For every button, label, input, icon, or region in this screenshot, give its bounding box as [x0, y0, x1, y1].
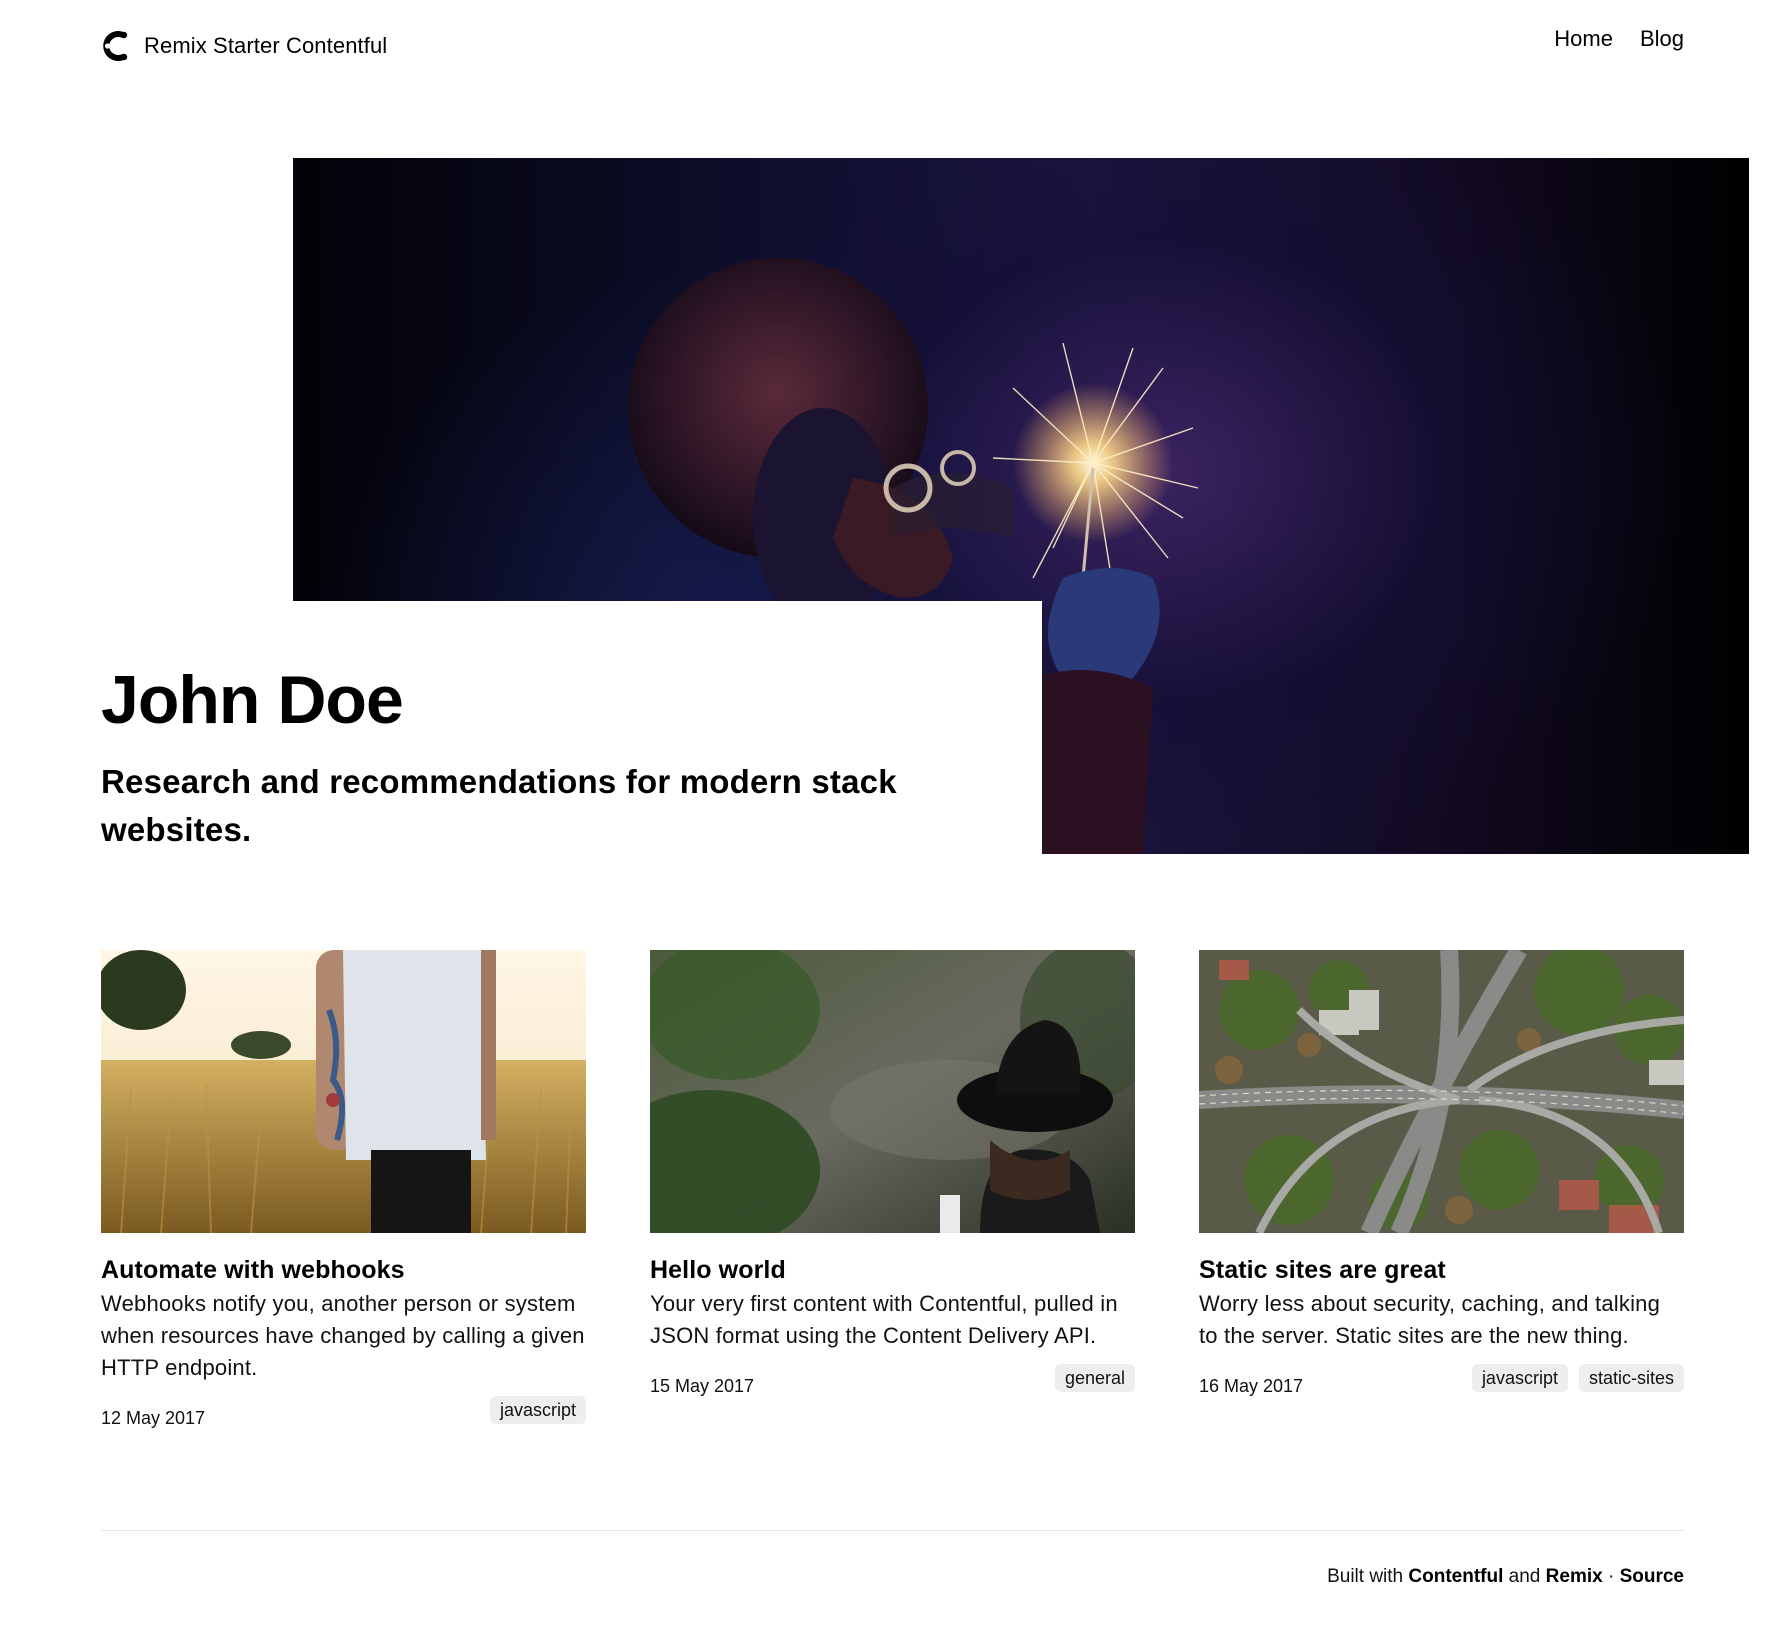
- tag-badge[interactable]: javascript: [489, 1396, 586, 1424]
- post-description: Webhooks notify you, another person or s…: [101, 1291, 585, 1380]
- post-title[interactable]: Hello world: [650, 1255, 1135, 1285]
- footer-contentful-link[interactable]: Contentful: [1408, 1566, 1503, 1587]
- post-thumbnail-link[interactable]: [101, 950, 586, 1233]
- post-title[interactable]: Static sites are great: [1199, 1255, 1684, 1285]
- post-thumbnail-link[interactable]: [650, 950, 1135, 1233]
- hero-subtitle: Research and recommendations for modern …: [101, 763, 897, 848]
- footer-prefix: Built with: [1327, 1566, 1404, 1587]
- site-footer: Built with Contentful and Remix · Source: [1327, 1566, 1684, 1588]
- post-tags: general: [1054, 1364, 1135, 1392]
- post-tags: javascript: [489, 1396, 586, 1424]
- post-tags: javascript static-sites: [1471, 1364, 1684, 1392]
- hero-title: John Doe: [101, 662, 404, 738]
- main-nav: Home Blog: [1554, 26, 1684, 52]
- footer-source-link[interactable]: Source: [1620, 1566, 1684, 1587]
- field-tattoo-photo: [101, 950, 586, 1233]
- post-thumbnail-link[interactable]: [1199, 950, 1684, 1233]
- post-card[interactable]: Static sites are great Worry less about …: [1199, 950, 1684, 1397]
- hat-forest-photo: [650, 950, 1135, 1233]
- post-meta: 16 May 2017 javascript static-sites: [1199, 1364, 1684, 1397]
- post-card[interactable]: Automate with webhooks Webhooks notify y…: [101, 950, 586, 1429]
- contentful-logo-icon: [103, 31, 128, 61]
- tag-badge[interactable]: general: [1054, 1364, 1135, 1392]
- post-meta: 12 May 2017 javascript: [101, 1396, 586, 1429]
- post-description: Worry less about security, caching, and …: [1199, 1291, 1661, 1348]
- site-logo-link[interactable]: Remix Starter Contentful: [101, 28, 387, 64]
- post-meta: 15 May 2017 general: [650, 1364, 1135, 1397]
- footer-separator: ·: [1607, 1566, 1615, 1587]
- post-card[interactable]: Hello world Your very first content with…: [650, 950, 1135, 1397]
- post-title[interactable]: Automate with webhooks: [101, 1255, 586, 1285]
- post-date: 15 May 2017: [650, 1376, 755, 1396]
- footer-and: and: [1508, 1566, 1541, 1587]
- site-header: Remix Starter Contentful Home Blog: [0, 0, 1786, 90]
- post-date: 12 May 2017: [101, 1408, 206, 1428]
- tag-badge[interactable]: javascript: [1471, 1364, 1568, 1392]
- tag-badge[interactable]: static-sites: [1578, 1364, 1684, 1392]
- footer-divider: [101, 1530, 1685, 1531]
- highway-aerial-photo: [1199, 950, 1684, 1233]
- nav-home-link[interactable]: Home: [1554, 26, 1613, 52]
- site-title: Remix Starter Contentful: [144, 33, 388, 58]
- post-date: 16 May 2017: [1199, 1376, 1304, 1396]
- footer-remix-link[interactable]: Remix: [1546, 1566, 1603, 1587]
- nav-blog-link[interactable]: Blog: [1640, 26, 1684, 52]
- post-description: Your very first content with Contentful,…: [650, 1291, 1118, 1348]
